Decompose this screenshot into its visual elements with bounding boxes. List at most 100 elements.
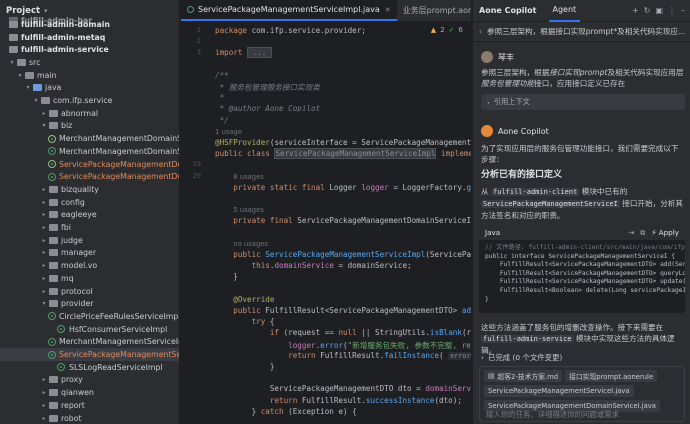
code-line[interactable]: } [215, 272, 238, 281]
code-line[interactable]: 5 usages [215, 205, 264, 214]
tree-item[interactable]: fulfill-admin-domain [0, 18, 179, 31]
code-line[interactable]: no usages [215, 239, 268, 248]
tree-item[interactable]: ▸ model.vo [0, 259, 179, 272]
code-line[interactable]: package com.ifp.service.provider; [215, 26, 366, 35]
code-line[interactable]: try { [215, 317, 275, 326]
tree-item[interactable]: fulfill-admin-metaq [0, 31, 179, 44]
copy-icon[interactable]: ⧉ [640, 228, 645, 238]
changes-summary[interactable]: › 已完成 (0 个文件变更) [481, 352, 562, 363]
code-line[interactable]: public ServicePackageManagementServiceIm… [215, 250, 471, 259]
tree-item[interactable]: ▸ manager [0, 247, 179, 260]
tree-item[interactable]: MerchantManagementDomainService [0, 145, 179, 158]
close-icon[interactable]: ✕ [385, 6, 391, 14]
plus-icon[interactable]: + [632, 6, 639, 15]
expand-arrow-icon[interactable]: ▸ [40, 211, 48, 218]
code-line[interactable]: logger.error("新增服务包失败, 参数不完整, request: { [215, 340, 471, 351]
expand-arrow-icon[interactable]: ▸ [40, 186, 48, 193]
tree-item[interactable]: ▾ java [0, 82, 179, 95]
tab-prompt-rule[interactable]: 业务层prompt.aonerule [397, 0, 471, 21]
expand-arrow-icon[interactable]: ▾ [8, 59, 16, 66]
chevron-left-icon[interactable]: ‹ [479, 27, 482, 36]
code-line[interactable]: /** [215, 71, 229, 80]
tree-item[interactable]: ▸ report [0, 399, 179, 412]
code-line[interactable]: if (request == null || StringUtils.isBla… [215, 328, 471, 337]
tree-item[interactable]: ▸ config [0, 196, 179, 209]
code-line[interactable]: private final ServicePackageManagementDo… [215, 216, 471, 225]
tree-item[interactable]: CirclePriceFeeRulesServiceImpl [0, 310, 179, 323]
insert-icon[interactable]: ⇥ [628, 228, 634, 238]
code-line[interactable]: */ [215, 116, 229, 125]
expand-arrow-icon[interactable]: ▸ [40, 402, 48, 409]
code-line[interactable]: * [215, 93, 225, 102]
tree-item[interactable]: ▸ protocol [0, 285, 179, 298]
code-line[interactable]: } [215, 362, 275, 371]
apply-button[interactable]: ⚡ Apply [651, 228, 679, 238]
code-line[interactable]: this.domainService = domainService; [215, 261, 412, 270]
tree-item[interactable]: ▸ fbi [0, 221, 179, 234]
expand-arrow-icon[interactable]: ▸ [40, 275, 48, 282]
tree-item[interactable]: ▾ main [0, 69, 179, 82]
code-line[interactable]: import ... [215, 47, 272, 59]
trash-icon[interactable]: ▣ [655, 6, 663, 15]
conversation-bar[interactable]: ‹ 参照三层架构，根据接口实现prompt*及相关代码实现应... [473, 22, 690, 42]
expand-arrow-icon[interactable]: ▸ [40, 415, 48, 422]
file-chip[interactable]: ▤ 超客2-技术方案.md [484, 370, 563, 382]
tree-item[interactable]: ▾ src [0, 56, 179, 69]
chat-input[interactable]: 输入你的任务，详细描述你的问题或需求 [486, 409, 619, 420]
code-line[interactable]: return FulfillResult.successInstance(dto… [215, 396, 462, 405]
minimize-icon[interactable]: – [681, 6, 685, 15]
expand-arrow-icon[interactable]: ▸ [40, 262, 48, 269]
expand-arrow-icon[interactable]: ▸ [40, 237, 48, 244]
tree-item[interactable]: ServicePackageManagementServiceI [0, 348, 179, 361]
tree-item[interactable]: ▾ biz [0, 120, 179, 133]
code-line[interactable]: * @author Aone Copilot [215, 104, 321, 113]
expand-arrow-icon[interactable]: ▸ [40, 376, 48, 383]
expand-arrow-icon[interactable]: ▾ [16, 72, 24, 79]
code-area[interactable]: package com.ifp.service.provider; import … [215, 22, 471, 424]
history-icon[interactable]: ↻ [644, 6, 651, 15]
expand-arrow-icon[interactable]: ▾ [32, 97, 40, 104]
expand-arrow-icon[interactable]: ▾ [40, 122, 48, 129]
tree-item[interactable]: ▸ robot [0, 412, 179, 424]
tree-item[interactable]: ▸ mq [0, 272, 179, 285]
file-chip[interactable]: 接口实现prompt.aonerule [565, 370, 658, 382]
expand-arrow-icon[interactable]: ▸ [40, 199, 48, 206]
tree-item[interactable]: HsfConsumerServiceImpl [0, 323, 179, 336]
more-icon[interactable]: ⋮ [668, 6, 676, 15]
expand-arrow-icon[interactable]: ▸ [40, 249, 48, 256]
code-line[interactable]: @Override [215, 295, 274, 304]
tree-item[interactable]: ▸ proxy [0, 374, 179, 387]
expand-arrow-icon[interactable]: ▸ [40, 110, 48, 117]
tab-agent[interactable]: Agent [548, 0, 581, 22]
code-line[interactable]: 1 usage [215, 127, 242, 136]
tree-item[interactable]: ▸ qianwen [0, 386, 179, 399]
tree-item[interactable]: ▸ eagleeye [0, 209, 179, 222]
expand-arrow-icon[interactable]: ▸ [40, 389, 48, 396]
tree-item[interactable]: MerchantManagementServiceImpl [0, 336, 179, 349]
file-chip[interactable]: ServicePackageManagementServiceI.java [484, 385, 634, 397]
context-reference[interactable]: › 引用上下文 [481, 94, 685, 110]
code-line[interactable]: public class ServicePackageManagementSer… [215, 148, 471, 160]
tree-item[interactable]: ▾ provider [0, 297, 179, 310]
code-line[interactable]: } catch (Exception e) { [215, 407, 357, 416]
tree-item[interactable]: ▾ com.ifp.service [0, 94, 179, 107]
code-line[interactable]: private static final Logger logger = Log… [215, 183, 471, 192]
tree-item[interactable]: fulfill-admin-service [0, 43, 179, 56]
tree-item[interactable]: ServicePackageManagementDoma [0, 158, 179, 171]
tree-item[interactable]: SLSLogReadServiceImpl [0, 361, 179, 374]
code-line[interactable]: 8 usages [215, 172, 264, 181]
expand-arrow-icon[interactable]: ▾ [24, 84, 32, 91]
code-line[interactable]: ServicePackageManagementDTO dto = domain… [215, 384, 471, 393]
tree-item[interactable]: ▸ bizquality [0, 183, 179, 196]
expand-arrow-icon[interactable]: ▸ [40, 224, 48, 231]
tab-service-impl[interactable]: ServicePackageManagementServiceImpl.java… [181, 0, 397, 21]
code-line[interactable]: public FulfillResult<ServicePackageManag… [215, 306, 471, 315]
code-line[interactable]: * 服务包管理服务接口实现类 [215, 82, 320, 93]
tree-item[interactable]: ServicePackageManagementDoma [0, 170, 179, 183]
tree-item[interactable]: MerchantManagementDomainService [0, 132, 179, 145]
code-line[interactable]: return FulfillResult.failInstance( error… [215, 351, 471, 360]
tree-item[interactable]: ▸ abnormal [0, 107, 179, 120]
tree-item[interactable]: ▸ judge [0, 234, 179, 247]
expand-arrow-icon[interactable]: ▸ [40, 288, 48, 295]
expand-arrow-icon[interactable]: ▾ [40, 300, 48, 307]
